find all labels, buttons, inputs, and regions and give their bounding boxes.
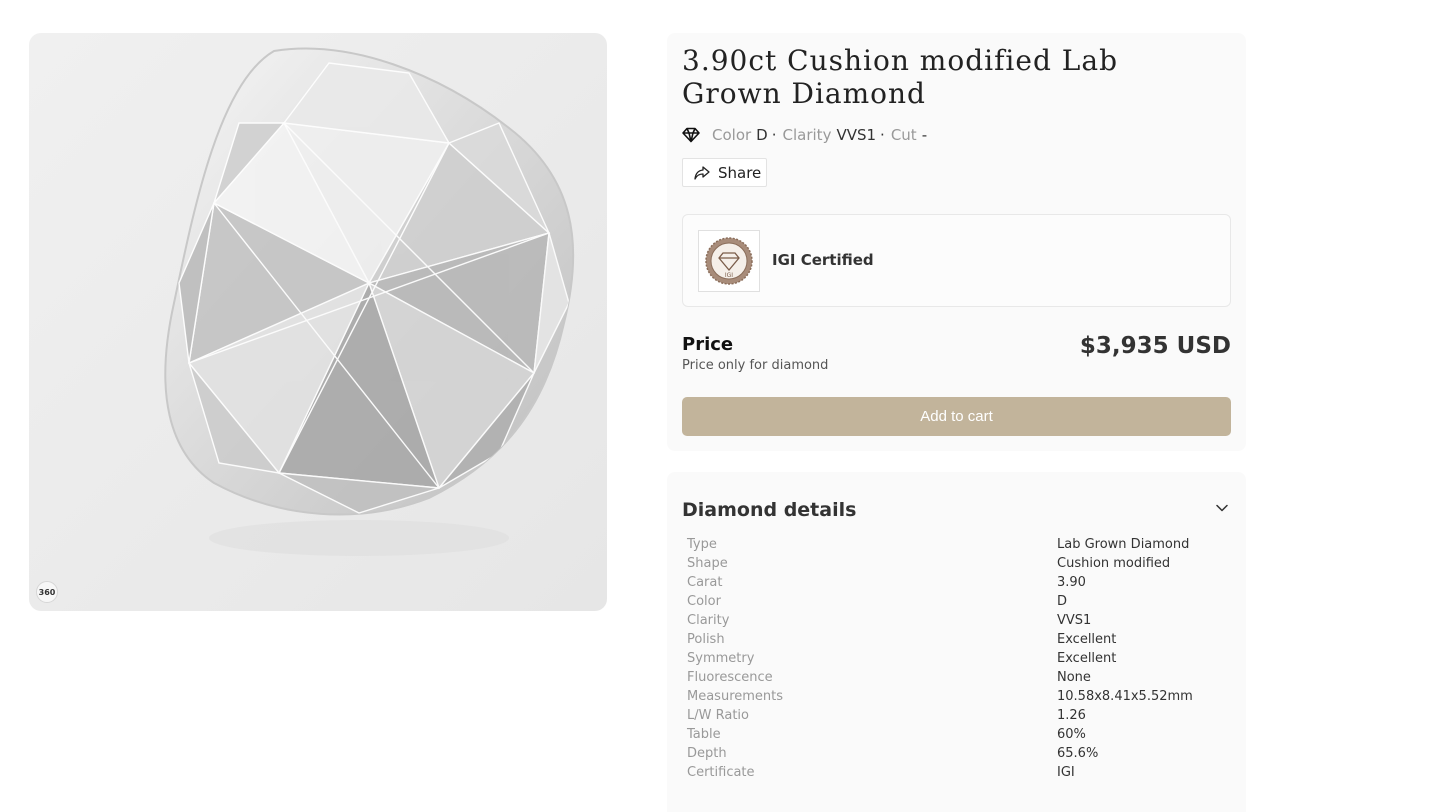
share-arrow-icon	[694, 165, 710, 180]
detail-key: Carat	[687, 575, 723, 590]
details-table: Type Lab Grown Diamond Shape Cushion modifi…	[684, 535, 1224, 782]
price-note: Price only for diamond	[682, 358, 829, 373]
detail-key: Type	[687, 537, 717, 552]
detail-value: Cushion modified	[1057, 556, 1171, 571]
certificate-card[interactable]: IGI IGI Certified	[682, 214, 1231, 307]
svg-text:IGI: IGI	[725, 272, 733, 279]
separator: ·	[880, 126, 885, 144]
detail-key: Color	[687, 594, 721, 609]
detail-value: Lab Grown Diamond	[1057, 537, 1190, 552]
detail-key: Clarity	[687, 613, 730, 628]
separator: ·	[771, 126, 777, 144]
share-label: Share	[718, 163, 762, 182]
detail-key: L/W Ratio	[687, 708, 749, 723]
detail-value: 60%	[1057, 727, 1086, 742]
detail-key: Symmetry	[687, 651, 755, 666]
price-value: $3,935 USD	[1079, 333, 1231, 359]
diamond-details-toggle[interactable]: Diamond details	[682, 499, 856, 521]
clarity-value: VVS1	[836, 126, 877, 144]
table-row: Color D	[684, 592, 1224, 611]
detail-key: Measurements	[687, 689, 784, 704]
detail-value: Excellent	[1057, 632, 1117, 647]
table-row: Depth 65.6%	[684, 744, 1224, 763]
diamond-icon	[682, 127, 700, 143]
detail-value: D	[1057, 594, 1068, 609]
table-row: Type Lab Grown Diamond	[684, 535, 1224, 554]
detail-key: Fluorescence	[687, 670, 773, 685]
certificate-label: IGI Certified	[772, 251, 874, 269]
detail-value: 3.90	[1057, 575, 1086, 590]
table-row: Table 60%	[684, 725, 1224, 744]
color-value: D	[756, 126, 768, 144]
table-row: Clarity VVS1	[684, 611, 1224, 630]
360-view-icon[interactable]: 360	[36, 581, 58, 603]
table-row: Certificate IGI	[684, 763, 1224, 782]
share-button[interactable]: Share	[682, 158, 767, 187]
detail-key: Table	[687, 727, 721, 742]
detail-value: IGI	[1057, 765, 1075, 780]
color-label: Color	[712, 126, 752, 144]
product-title: 3.90ct Cushion modified Lab Grown Diamon…	[682, 44, 1118, 110]
detail-key: Shape	[687, 556, 728, 571]
table-row: Shape Cushion modified	[684, 554, 1224, 573]
clarity-label: Clarity	[782, 126, 832, 144]
detail-value: None	[1057, 670, 1091, 685]
spec-summary: Color D · Clarity VVS1 · Cut -	[681, 124, 927, 146]
detail-value: 1.26	[1057, 708, 1086, 723]
detail-value: 10.58x8.41x5.52mm	[1057, 689, 1193, 704]
detail-value: 65.6%	[1057, 746, 1099, 761]
detail-key: Polish	[687, 632, 725, 647]
detail-key: Depth	[687, 746, 727, 761]
table-row: Carat 3.90	[684, 573, 1224, 592]
detail-value: Excellent	[1057, 651, 1117, 666]
table-row: Polish Excellent	[684, 630, 1224, 649]
table-row: L/W Ratio 1.26	[684, 706, 1224, 725]
table-row: Fluorescence None	[684, 668, 1224, 687]
detail-value: VVS1	[1057, 613, 1092, 628]
diamond-image-viewer[interactable]	[29, 33, 607, 611]
price-label: Price	[682, 334, 734, 355]
table-row: Symmetry Excellent	[684, 649, 1224, 668]
add-to-cart-button[interactable]: Add to cart	[682, 397, 1231, 436]
igi-seal-logo: IGI	[698, 230, 760, 292]
table-row: Measurements 10.58x8.41x5.52mm	[684, 687, 1224, 706]
cut-value: -	[921, 126, 928, 144]
cut-label: Cut	[890, 126, 917, 144]
diamond-image	[164, 47, 575, 556]
detail-key: Certificate	[687, 765, 755, 780]
chevron-down-icon[interactable]	[1215, 502, 1229, 514]
